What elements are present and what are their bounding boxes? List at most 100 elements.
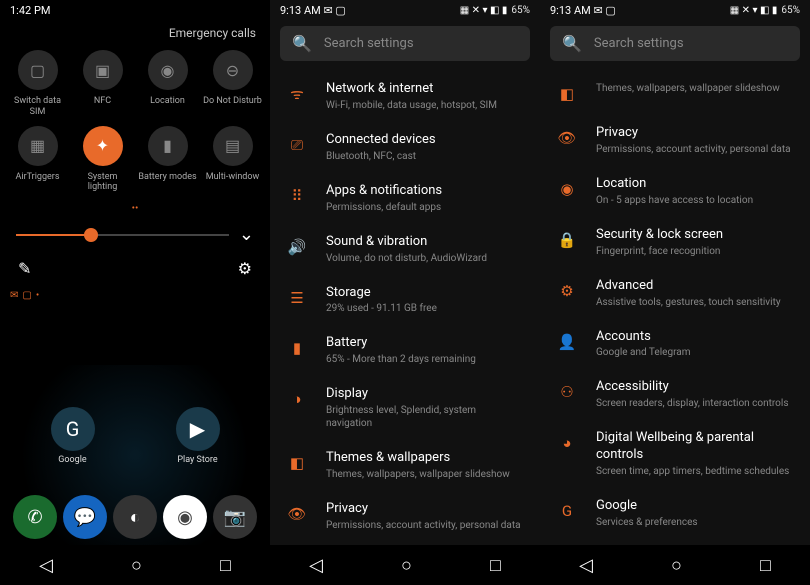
status-bar: 9:13 AM ✉ ▢ ▦ ✕ ▾ ◧ ▮65% xyxy=(540,0,810,20)
settings-title: Location xyxy=(596,176,794,193)
settings-subtitle: Brightness level, Splendid, system navig… xyxy=(326,404,524,430)
armoury-icon[interactable]: ◐ xyxy=(113,495,157,539)
settings-subtitle: Bluetooth, NFC, cast xyxy=(326,150,524,163)
settings-item[interactable]: ᯤNetwork & internetWi-Fi, mobile, data u… xyxy=(270,71,540,122)
settings-list: ◧Themes, wallpapers, wallpaper slideshow… xyxy=(540,67,810,585)
phone-icon[interactable]: ✆ xyxy=(13,495,57,539)
qs-tile-nfc-icon[interactable]: ▣NFC xyxy=(73,50,132,118)
nav-home[interactable]: ○ xyxy=(671,555,682,576)
storage-icon: ☰ xyxy=(286,287,308,309)
settings-title: Sound & vibration xyxy=(326,234,524,251)
settings-title: Digital Wellbeing & parental controls xyxy=(596,430,794,464)
airtriggers-icon[interactable]: ▦ xyxy=(18,126,58,166)
settings-item[interactable]: ⠿Apps & notificationsPermissions, defaul… xyxy=(270,173,540,224)
brightness-slider[interactable]: ⌄ xyxy=(0,220,270,249)
nav-back[interactable]: ◁ xyxy=(309,555,323,576)
expand-icon[interactable]: ⌄ xyxy=(239,224,254,245)
settings-item[interactable]: 🔒Security & lock screenFingerprint, face… xyxy=(540,217,810,268)
app-google[interactable]: GGoogle xyxy=(51,407,95,465)
settings-subtitle: On - 5 apps have access to location xyxy=(596,194,794,207)
status-icons: ▦ ✕ ▾ ◧ ▮65% xyxy=(460,5,530,16)
settings-item[interactable]: ▮Battery65% - More than 2 days remaining xyxy=(270,325,540,376)
qs-grid-row2: ▦AirTriggers✦System lighting ▮ Battery mod… xyxy=(0,122,270,198)
app-play-store[interactable]: ▶Play Store xyxy=(176,407,220,465)
search-placeholder: Search settings xyxy=(594,36,684,51)
settings-item[interactable]: 🔊 Sound & vibrationVolume, do not disturb… xyxy=(270,224,540,275)
chrome-icon[interactable]: ◉ xyxy=(163,495,207,539)
nfc-icon[interactable]: ▣ xyxy=(83,50,123,90)
settings-title: Network & internet xyxy=(326,81,524,98)
settings-title: Google xyxy=(596,498,794,515)
search-icon: 🔍 xyxy=(292,34,312,53)
apps-icon: ⠿ xyxy=(286,185,308,207)
sound-icon: 🔊 xyxy=(286,236,308,258)
nav-recent[interactable]: □ xyxy=(220,555,231,576)
system-lighting-icon[interactable]: ✦ xyxy=(83,126,123,166)
settings-item[interactable]: ◑DisplayBrightness level, Splendid, syst… xyxy=(270,376,540,440)
battery-icon: ▮ xyxy=(286,337,308,359)
advanced-icon: ⚙ xyxy=(556,280,578,302)
qs-tile-airtriggers-icon[interactable]: ▦AirTriggers xyxy=(8,126,67,194)
settings-subtitle: Services & preferences xyxy=(596,516,794,529)
settings-subtitle: Volume, do not disturb, AudioWizard xyxy=(326,252,524,265)
dnd-icon[interactable]: ⊖ xyxy=(213,50,253,90)
settings-subtitle: Permissions, account activity, personal … xyxy=(596,143,794,156)
settings-title: Advanced xyxy=(596,278,794,295)
settings-panel-1: 9:13 AM ✉ ▢ ▦ ✕ ▾ ◧ ▮65% 🔍 Search settin… xyxy=(270,0,540,585)
qs-label: Battery modes xyxy=(138,172,196,192)
settings-item[interactable]: ⚙AdvancedAssistive tools, gestures, touc… xyxy=(540,268,810,319)
settings-subtitle: Themes, wallpapers, wallpaper slideshow xyxy=(596,82,794,95)
settings-title: Display xyxy=(326,386,524,403)
edit-icon[interactable]: ✎ xyxy=(18,259,31,278)
qs-tile-battery-modes-icon[interactable]: ▮ Battery modes xyxy=(138,126,197,194)
settings-subtitle: Google and Telegram xyxy=(596,346,794,359)
battery-modes-icon[interactable]: ▮ xyxy=(148,126,188,166)
location-icon[interactable]: ◉ xyxy=(148,50,188,90)
settings-item[interactable]: ⎚Connected devicesBluetooth, NFC, cast xyxy=(270,122,540,173)
multi-window-icon[interactable]: ▤ xyxy=(213,126,253,166)
qs-tile-location-icon[interactable]: ◉Location xyxy=(138,50,197,118)
settings-item[interactable]: ◉LocationOn - 5 apps have access to loca… xyxy=(540,166,810,217)
search-bar[interactable]: 🔍 Search settings xyxy=(550,26,800,61)
nav-recent[interactable]: □ xyxy=(490,555,501,576)
settings-title: Privacy xyxy=(596,125,794,142)
screenshot-icon: ▢ xyxy=(22,290,31,301)
camera-icon[interactable]: 📷 xyxy=(213,495,257,539)
settings-subtitle: Fingerprint, face recognition xyxy=(596,245,794,258)
settings-item[interactable]: ☰Storage29% used - 91.11 GB free xyxy=(270,275,540,326)
clock: 1:42 PM xyxy=(10,4,50,17)
qs-tile-sim-icon[interactable]: ▢Switch data SIM xyxy=(8,50,67,118)
settings-subtitle: Screen readers, display, interaction con… xyxy=(596,397,794,410)
nav-back[interactable]: ◁ xyxy=(579,555,593,576)
settings-item[interactable]: 👁PrivacyPermissions, account activity, p… xyxy=(270,491,540,542)
gear-icon[interactable]: ⚙ xyxy=(238,259,252,278)
sim-icon[interactable]: ▢ xyxy=(18,50,58,90)
settings-panel-2: 9:13 AM ✉ ▢ ▦ ✕ ▾ ◧ ▮65% 🔍 Search settin… xyxy=(540,0,810,585)
privacy-icon: 👁 xyxy=(286,503,308,525)
qs-tile-multi-window-icon[interactable]: ▤ Multi-window xyxy=(203,126,262,194)
privacy-icon: 👁 xyxy=(556,127,578,149)
messages-icon[interactable]: 💬 xyxy=(63,495,107,539)
settings-item[interactable]: ◧Themes & wallpapersThemes, wallpapers, … xyxy=(270,440,540,491)
qs-label: Multi-window xyxy=(206,172,260,192)
qs-grid-row1: ▢Switch data SIM▣NFC◉Location⊖Do Not Dis… xyxy=(0,46,270,122)
settings-item[interactable]: G GoogleServices & preferences xyxy=(540,488,810,539)
settings-item[interactable]: ◧Themes, wallpapers, wallpaper slideshow xyxy=(540,71,810,115)
settings-item[interactable]: ⚇AccessibilityScreen readers, display, i… xyxy=(540,369,810,420)
status-bar: 9:13 AM ✉ ▢ ▦ ✕ ▾ ◧ ▮65% xyxy=(270,0,540,20)
settings-item[interactable]: 👤AccountsGoogle and Telegram xyxy=(540,319,810,370)
nav-back[interactable]: ◁ xyxy=(39,555,53,576)
search-bar[interactable]: 🔍 Search settings xyxy=(280,26,530,61)
app-icon: G xyxy=(51,407,95,451)
nav-home[interactable]: ○ xyxy=(401,555,412,576)
settings-item[interactable]: ◕Digital Wellbeing & parental controlsSc… xyxy=(540,420,810,488)
google-icon: G xyxy=(556,500,578,522)
nav-recent[interactable]: □ xyxy=(760,555,771,576)
settings-subtitle: Permissions, default apps xyxy=(326,201,524,214)
qs-tile-system-lighting-icon[interactable]: ✦System lighting xyxy=(73,126,132,194)
nav-home[interactable]: ○ xyxy=(131,555,142,576)
settings-item[interactable]: 👁 PrivacyPermissions, account activity, p… xyxy=(540,115,810,166)
slider-track[interactable] xyxy=(16,234,229,236)
navbar: ◁ ○ □ xyxy=(540,545,810,585)
qs-tile-dnd-icon[interactable]: ⊖Do Not Disturb xyxy=(203,50,262,118)
